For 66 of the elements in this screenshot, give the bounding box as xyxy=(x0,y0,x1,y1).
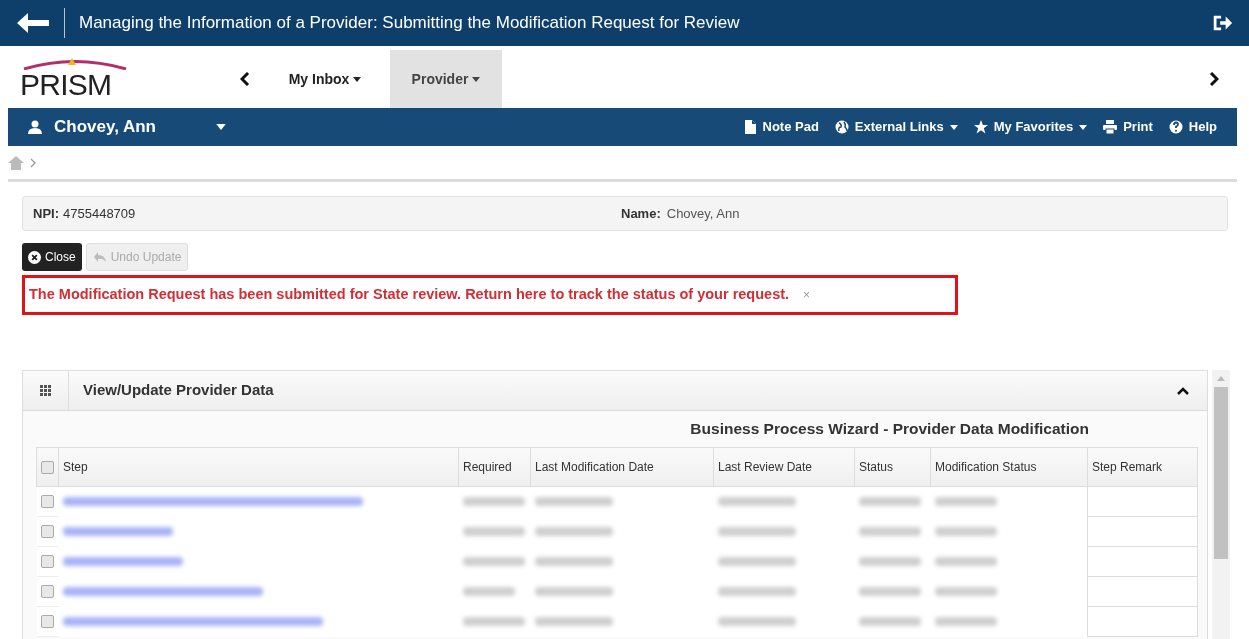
column-header: Required xyxy=(458,447,531,487)
redacted-text xyxy=(858,527,921,536)
nav-tab[interactable]: Provider xyxy=(390,50,502,108)
wizard-title: Business Process Wizard - Provider Data Modification xyxy=(690,419,1089,440)
field-value: Chovey, Ann xyxy=(666,204,740,223)
redacted-text xyxy=(934,527,997,536)
chevron-left-icon[interactable] xyxy=(240,72,250,86)
user-name[interactable]: Chovey, Ann xyxy=(54,114,156,140)
close-icon xyxy=(28,250,41,264)
field-label: Name: xyxy=(621,204,661,223)
redacted-text xyxy=(934,617,997,626)
chevron-right-icon xyxy=(30,157,36,168)
nav-tab[interactable]: My Inbox xyxy=(260,50,390,108)
checkbox[interactable] xyxy=(41,460,54,474)
redacted-text xyxy=(858,587,921,596)
toolbar-link[interactable]: My Favorites xyxy=(973,117,1088,137)
checkbox[interactable] xyxy=(40,585,54,598)
person-icon xyxy=(28,120,42,134)
home-icon[interactable] xyxy=(8,155,24,170)
redacted-text xyxy=(462,497,525,507)
grid-icon xyxy=(40,385,51,396)
caret-icon xyxy=(472,76,481,82)
chevron-right-icon[interactable] xyxy=(1209,72,1219,86)
toolbar-link[interactable]: External Links xyxy=(834,117,958,137)
column-header: Status xyxy=(854,447,931,487)
toolbar-link[interactable]: Note Pad xyxy=(742,117,819,137)
star-icon xyxy=(973,120,988,134)
checkbox[interactable] xyxy=(40,555,54,568)
scrollbar[interactable] xyxy=(1212,370,1230,639)
printer-icon xyxy=(1103,120,1118,134)
checkbox[interactable] xyxy=(40,495,54,508)
toolbar-link[interactable]: Print xyxy=(1103,117,1153,137)
back-arrow-icon[interactable] xyxy=(16,11,50,35)
logo-text: PRISM xyxy=(20,70,112,100)
window-title: Managing the Information of a Provider: Submitting the Modification Request for Review xyxy=(79,12,741,35)
redacted-text xyxy=(858,617,921,626)
caret-icon[interactable] xyxy=(216,124,226,130)
chevron-up-icon[interactable] xyxy=(1177,386,1189,395)
field-value: 4755448709 xyxy=(63,204,136,223)
redacted-text xyxy=(462,587,515,596)
redacted-text xyxy=(934,497,997,507)
redacted-text xyxy=(934,587,997,596)
undo-arrow-icon xyxy=(92,251,107,263)
redacted-text xyxy=(462,527,525,536)
checkbox[interactable] xyxy=(40,615,54,628)
column-header: Step xyxy=(58,447,459,487)
panel-title: View/Update Provider Data xyxy=(83,380,275,401)
column-header: Modification Status xyxy=(930,447,1088,487)
checkbox[interactable] xyxy=(40,525,54,538)
help-icon xyxy=(1168,120,1183,134)
redacted-text xyxy=(462,557,525,566)
toolbar-link[interactable]: Help xyxy=(1168,117,1217,137)
globe-icon xyxy=(834,120,849,134)
close-button[interactable]: Close xyxy=(22,243,82,271)
field-label: NPI: xyxy=(33,204,59,223)
redacted-text xyxy=(462,617,525,626)
caret-icon xyxy=(353,76,362,82)
redacted-text xyxy=(934,557,997,566)
page-icon xyxy=(742,120,757,134)
redacted-text xyxy=(858,497,921,507)
column-header: Step Remark xyxy=(1087,447,1198,487)
redacted-text xyxy=(858,557,921,566)
column-header: Last Review Date xyxy=(713,447,855,487)
alert-message: The Modification Request has been submitted for State review. Return here to track the status of your request. xyxy=(29,285,790,305)
column-header: Last Modification Date xyxy=(530,447,714,487)
scroll-up-icon[interactable] xyxy=(1217,376,1225,381)
